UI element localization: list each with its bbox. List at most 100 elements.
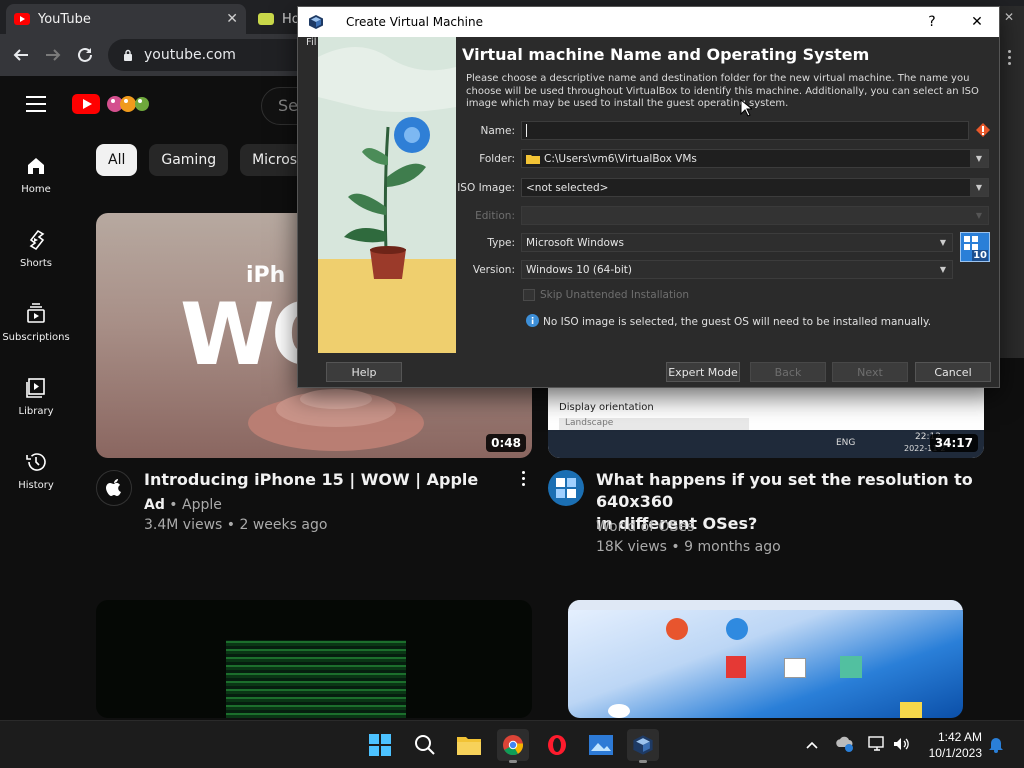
shorts-icon: [29, 229, 45, 251]
guide-item-home[interactable]: Home: [0, 132, 72, 206]
reload-icon[interactable]: [72, 42, 98, 68]
text-cursor: [526, 124, 527, 137]
chevron-down-icon[interactable]: ▼: [970, 150, 988, 167]
volume-icon[interactable]: [892, 735, 910, 753]
create-vm-dialog: Create Virtual Machine ? ✕ Fil Virtual m…: [297, 6, 1000, 388]
kebab-menu-icon[interactable]: [516, 471, 530, 491]
edition-select: ▼: [521, 206, 989, 225]
folder-value: C:\Users\vm6\VirtualBox VMs: [544, 152, 697, 165]
iso-label: ISO Image:: [457, 182, 515, 194]
type-label: Type:: [487, 237, 515, 249]
chrome-icon[interactable]: [497, 729, 529, 763]
expert-mode-button[interactable]: Expert Mode: [666, 362, 740, 382]
skip-unattended-checkbox: [523, 289, 535, 301]
chevron-down-icon[interactable]: ▼: [934, 234, 952, 251]
system-clock[interactable]: 1:42 AM 10/1/2023: [929, 729, 982, 761]
search-icon[interactable]: [409, 729, 441, 761]
wizard-heading: Virtual machine Name and Operating Syste…: [462, 45, 870, 64]
photos-icon[interactable]: [585, 729, 617, 761]
video-duration: 34:17: [929, 434, 978, 452]
vm-name-input[interactable]: [521, 121, 969, 140]
type-select[interactable]: Microsoft Windows ▼: [521, 233, 953, 252]
doodle-logo-icon[interactable]: [106, 92, 152, 114]
folder-label: Folder:: [479, 153, 515, 165]
thumb-app-icon: [900, 702, 922, 718]
help-button[interactable]: Help: [326, 362, 402, 382]
opera-icon[interactable]: [541, 729, 573, 761]
library-icon: [26, 378, 45, 398]
subscriptions-icon: [27, 303, 45, 323]
thumb-app-icon: [726, 618, 748, 640]
chevron-down-icon[interactable]: ▼: [934, 261, 952, 278]
menu-icon[interactable]: [26, 96, 46, 112]
guide-item-history[interactable]: History: [0, 428, 72, 502]
folder-icon: [526, 155, 540, 164]
chevron-down-icon: ▼: [970, 207, 988, 224]
thumb-titlebar-graphic: [568, 600, 963, 610]
video-channel-line: Ad • Apple: [144, 497, 222, 513]
tray-chevron-up-icon[interactable]: [805, 737, 819, 751]
guide-sidebar: Home Shorts Subscriptions Library Histor…: [0, 132, 72, 718]
info-message: No ISO image is selected, the guest OS w…: [543, 316, 932, 328]
virtualbox-icon[interactable]: [627, 729, 659, 763]
thumb-caption: Display orientation: [559, 402, 654, 413]
channel-name[interactable]: Apple: [182, 497, 222, 513]
file-explorer-icon[interactable]: [453, 729, 485, 761]
chip-all[interactable]: All: [96, 144, 138, 176]
lock-icon: [124, 49, 132, 61]
iso-value: <not selected>: [526, 181, 609, 194]
os-type-icon: 10: [960, 232, 990, 262]
guide-label: Library: [18, 406, 54, 417]
thumb-lang: ENG: [836, 438, 856, 448]
guide-item-shorts[interactable]: Shorts: [0, 206, 72, 280]
youtube-logo-icon[interactable]: [72, 94, 100, 114]
ad-badge: Ad: [144, 497, 165, 513]
thumb-glitch-graphic: [226, 640, 406, 718]
channel-avatar[interactable]: [96, 470, 132, 506]
edition-label: Edition:: [475, 210, 515, 222]
cloud-sync-icon[interactable]: [835, 735, 855, 753]
network-icon[interactable]: [868, 735, 886, 753]
windows-start-icon[interactable]: [364, 729, 396, 761]
skip-unattended-label: Skip Unattended Installation: [540, 289, 690, 301]
forward-arrow-icon[interactable]: [40, 42, 66, 68]
thumb-app-icon: [608, 704, 630, 718]
cancel-button[interactable]: Cancel: [915, 362, 991, 382]
notification-bell-icon[interactable]: [988, 735, 1004, 753]
video-thumbnail[interactable]: [568, 600, 963, 718]
dialog-help-button[interactable]: ?: [910, 7, 954, 37]
taskbar: 1:42 AM 10/1/2023: [0, 720, 1024, 768]
video-title[interactable]: Introducing iPhone 15 | WOW | Apple: [144, 469, 504, 491]
tab-close-icon[interactable]: ✕: [226, 11, 238, 27]
next-button: Next: [832, 362, 908, 382]
close-icon[interactable]: ✕: [1004, 10, 1018, 24]
warning-icon: [976, 123, 990, 137]
filter-chips: All Gaming Microsof: [96, 144, 323, 176]
iso-select[interactable]: <not selected> ▼: [521, 178, 989, 197]
back-arrow-icon[interactable]: [8, 42, 34, 68]
browser-menu-icon[interactable]: [1008, 50, 1012, 66]
folder-select[interactable]: C:\Users\vm6\VirtualBox VMs ▼: [521, 149, 989, 168]
dialog-titlebar[interactable]: Create Virtual Machine ? ✕: [298, 7, 999, 37]
channel-name[interactable]: World of OSes: [596, 517, 694, 537]
version-label: Version:: [472, 264, 515, 276]
clock-date: 10/1/2023: [928, 746, 982, 760]
apple-logo-icon: [106, 479, 121, 496]
history-icon: [26, 453, 46, 471]
youtube-favicon-icon: [14, 13, 30, 25]
dialog-close-button[interactable]: ✕: [955, 7, 999, 37]
thumb-app-icon: [726, 656, 746, 678]
world-of-oses-logo-icon: [556, 478, 576, 498]
guide-label: Shorts: [19, 258, 53, 269]
channel-avatar[interactable]: [548, 470, 584, 506]
tab-favicon-icon: [258, 13, 274, 25]
chip-gaming[interactable]: Gaming: [149, 144, 229, 176]
tab-youtube[interactable]: YouTube ✕: [6, 4, 246, 34]
guide-item-library[interactable]: Library: [0, 354, 72, 428]
video-thumbnail[interactable]: [96, 600, 532, 718]
dialog-title: Create Virtual Machine: [346, 15, 483, 29]
info-icon: [526, 314, 539, 327]
version-select[interactable]: Windows 10 (64-bit) ▼: [521, 260, 953, 279]
chevron-down-icon[interactable]: ▼: [970, 179, 988, 196]
guide-item-subscriptions[interactable]: Subscriptions: [0, 280, 72, 354]
